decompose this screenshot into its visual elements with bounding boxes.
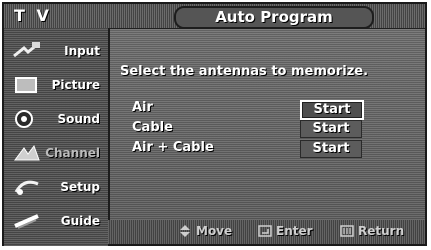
input-plug-icon — [12, 39, 42, 63]
menu-title: Auto Program — [174, 6, 374, 29]
sidebar-menu: Input Picture Sound Channel Setup Guide — [4, 28, 110, 246]
sidebar-item-label: Sound — [57, 112, 100, 126]
sidebar-item-guide[interactable]: Guide — [4, 204, 108, 238]
tv-label: T V — [14, 6, 52, 25]
picture-icon — [12, 73, 42, 97]
sidebar-item-label: Picture — [51, 78, 100, 92]
tv-osd-screen: T V Auto Program Input Picture Sound Cha… — [0, 0, 431, 250]
guide-icon — [12, 209, 42, 233]
hint-label: Return — [358, 224, 405, 238]
start-air-button[interactable]: Start — [300, 100, 364, 120]
bottom-hint-bar: Move Enter Return — [108, 220, 425, 244]
start-air-cable-button[interactable]: Start — [300, 140, 362, 158]
sidebar-item-label: Setup — [60, 180, 100, 194]
sidebar-item-label: Guide — [60, 214, 100, 228]
instruction-text: Select the antennas to memorize. — [120, 64, 369, 79]
sidebar-item-label: Input — [64, 44, 100, 58]
hint-label: Enter — [276, 224, 313, 238]
sidebar-item-channel[interactable]: Channel — [4, 136, 108, 170]
main-content: Select the antennas to memorize. Air Sta… — [108, 28, 425, 219]
hint-enter: Enter — [258, 224, 313, 238]
option-label: Cable — [132, 120, 173, 135]
option-row-air: Air Start — [132, 100, 392, 120]
top-bar: T V Auto Program — [4, 4, 425, 29]
enter-icon — [258, 225, 272, 237]
sidebar-item-picture[interactable]: Picture — [4, 68, 108, 102]
option-label: Air + Cable — [132, 140, 214, 155]
channel-icon — [12, 141, 42, 165]
osd-frame: T V Auto Program Input Picture Sound Cha… — [2, 2, 427, 246]
updown-arrows-icon — [178, 225, 192, 237]
setup-icon — [12, 175, 42, 199]
sidebar-item-setup[interactable]: Setup — [4, 170, 108, 204]
sound-icon — [12, 107, 42, 131]
option-row-air-cable: Air + Cable Start — [132, 140, 392, 158]
sidebar-item-sound[interactable]: Sound — [4, 102, 108, 136]
sidebar-item-label: Channel — [45, 146, 100, 160]
option-label: Air — [132, 100, 153, 115]
hint-return: Return — [340, 224, 404, 238]
start-cable-button[interactable]: Start — [300, 120, 362, 138]
return-icon — [340, 225, 354, 237]
hint-move: Move — [178, 224, 232, 238]
option-row-cable: Cable Start — [132, 120, 392, 138]
hint-label: Move — [196, 224, 233, 238]
sidebar-item-input[interactable]: Input — [4, 34, 108, 68]
